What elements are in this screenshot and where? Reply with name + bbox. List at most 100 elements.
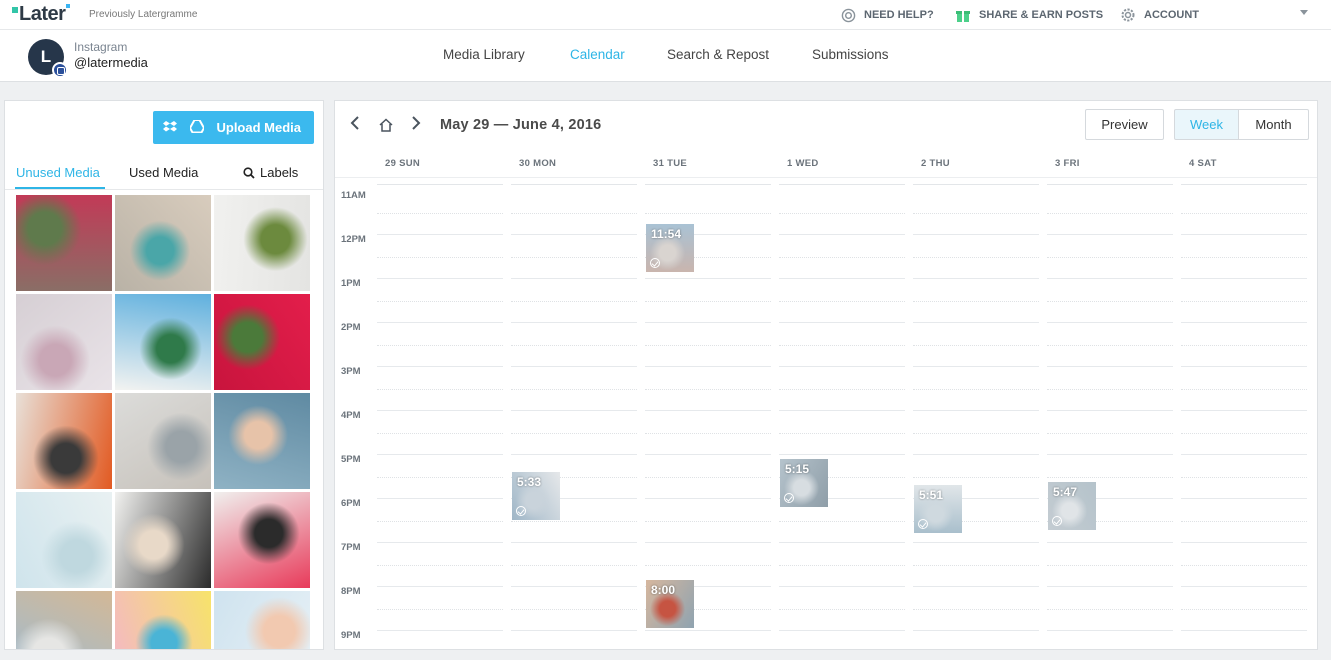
hour-line xyxy=(645,454,771,455)
later-logo[interactable]: Later xyxy=(12,3,71,26)
day-column[interactable] xyxy=(779,184,905,649)
media-thumbnail[interactable] xyxy=(115,393,211,489)
hour-label: 11AM xyxy=(341,190,366,201)
hour-line xyxy=(779,454,905,455)
hour-line xyxy=(1181,410,1307,411)
account-menu[interactable]: ACCOUNT xyxy=(1120,7,1199,23)
google-drive-icon[interactable] xyxy=(190,120,204,133)
labels-label: Labels xyxy=(260,165,299,180)
half-hour-line xyxy=(645,565,771,566)
media-thumbnail[interactable] xyxy=(16,492,112,588)
week-view-button[interactable]: Week xyxy=(1174,109,1239,140)
hour-line xyxy=(645,278,771,279)
share-earn-link[interactable]: SHARE & EARN POSTS xyxy=(955,7,1103,23)
dropbox-icon[interactable] xyxy=(163,120,177,134)
half-hour-line xyxy=(645,477,771,478)
preview-button[interactable]: Preview xyxy=(1085,109,1164,140)
home-icon xyxy=(379,118,393,132)
day-header: 29 SUN xyxy=(385,158,421,169)
upload-media-button[interactable]: Upload Media xyxy=(153,111,314,144)
today-button[interactable] xyxy=(379,118,393,137)
tab-search-repost[interactable]: Search & Repost xyxy=(667,47,769,62)
scheduled-post[interactable]: 5:15 xyxy=(780,459,828,507)
half-hour-line xyxy=(377,389,503,390)
scheduled-post[interactable]: 8:00 xyxy=(646,580,694,628)
half-hour-line xyxy=(913,345,1039,346)
day-column[interactable] xyxy=(1047,184,1173,649)
half-hour-line xyxy=(377,609,503,610)
half-hour-line xyxy=(779,433,905,434)
media-thumbnail[interactable] xyxy=(214,393,310,489)
media-thumbnail[interactable] xyxy=(16,393,112,489)
hour-line xyxy=(1181,366,1307,367)
media-thumbnail[interactable] xyxy=(115,294,211,390)
tab-media-library[interactable]: Media Library xyxy=(443,47,525,62)
hour-label: 1PM xyxy=(341,278,361,289)
half-hour-line xyxy=(779,521,905,522)
half-hour-line xyxy=(1181,477,1307,478)
hour-label: 12PM xyxy=(341,234,366,245)
hour-line xyxy=(645,410,771,411)
half-hour-line xyxy=(1181,433,1307,434)
hour-line xyxy=(913,630,1039,631)
scheduled-post[interactable]: 5:51 xyxy=(914,485,962,534)
tab-used-media[interactable]: Used Media xyxy=(129,165,198,180)
hour-line xyxy=(645,498,771,499)
chevron-down-icon[interactable] xyxy=(1300,10,1308,15)
posted-check-icon xyxy=(784,493,794,503)
media-thumbnail[interactable] xyxy=(115,195,211,291)
search-icon xyxy=(243,166,255,179)
media-thumbnail[interactable] xyxy=(115,591,211,649)
media-thumbnail[interactable] xyxy=(16,294,112,390)
half-hour-line xyxy=(1047,301,1173,302)
media-thumbnail[interactable] xyxy=(214,591,310,649)
tab-submissions[interactable]: Submissions xyxy=(812,47,889,62)
tab-unused-media[interactable]: Unused Media xyxy=(16,165,100,180)
month-view-button[interactable]: Month xyxy=(1238,109,1309,140)
hour-line xyxy=(779,586,905,587)
hour-line xyxy=(913,366,1039,367)
day-column[interactable] xyxy=(511,184,637,649)
prev-week-arrow[interactable] xyxy=(350,116,360,135)
post-time: 11:54 xyxy=(651,226,682,241)
half-hour-line xyxy=(377,521,503,522)
tab-divider xyxy=(5,189,323,190)
media-thumbnail[interactable] xyxy=(115,492,211,588)
header-divider xyxy=(335,177,1317,178)
half-hour-line xyxy=(913,213,1039,214)
day-column[interactable] xyxy=(1181,184,1307,649)
scheduled-post[interactable]: 5:33 xyxy=(512,472,560,521)
day-column[interactable] xyxy=(913,184,1039,649)
media-thumbnail[interactable] xyxy=(214,492,310,588)
media-thumbnail[interactable] xyxy=(16,195,112,291)
half-hour-line xyxy=(1047,565,1173,566)
scheduled-post[interactable]: 5:47 xyxy=(1048,482,1096,531)
half-hour-line xyxy=(779,389,905,390)
next-week-arrow[interactable] xyxy=(411,116,421,135)
hour-line xyxy=(511,630,637,631)
hour-line xyxy=(377,586,503,587)
half-hour-line xyxy=(377,477,503,478)
half-hour-line xyxy=(511,345,637,346)
media-thumbnail[interactable] xyxy=(16,591,112,649)
hour-line xyxy=(913,278,1039,279)
tab-calendar[interactable]: Calendar xyxy=(570,47,625,62)
hour-line xyxy=(779,542,905,543)
share-earn-label: SHARE & EARN POSTS xyxy=(979,9,1104,21)
half-hour-line xyxy=(645,521,771,522)
need-help-link[interactable]: NEED HELP? xyxy=(840,7,934,23)
avatar[interactable]: L xyxy=(28,39,68,78)
half-hour-line xyxy=(779,257,905,258)
hour-line xyxy=(779,234,905,235)
hour-line xyxy=(511,542,637,543)
half-hour-line xyxy=(913,301,1039,302)
day-column[interactable] xyxy=(377,184,503,649)
half-hour-line xyxy=(377,565,503,566)
tab-labels[interactable]: Labels xyxy=(243,165,298,180)
scheduled-post[interactable]: 11:54 xyxy=(646,223,694,272)
gift-icon xyxy=(955,7,971,23)
hour-line xyxy=(913,454,1039,455)
hour-line xyxy=(645,366,771,367)
media-thumbnail[interactable] xyxy=(214,195,310,291)
media-thumbnail[interactable] xyxy=(214,294,310,390)
